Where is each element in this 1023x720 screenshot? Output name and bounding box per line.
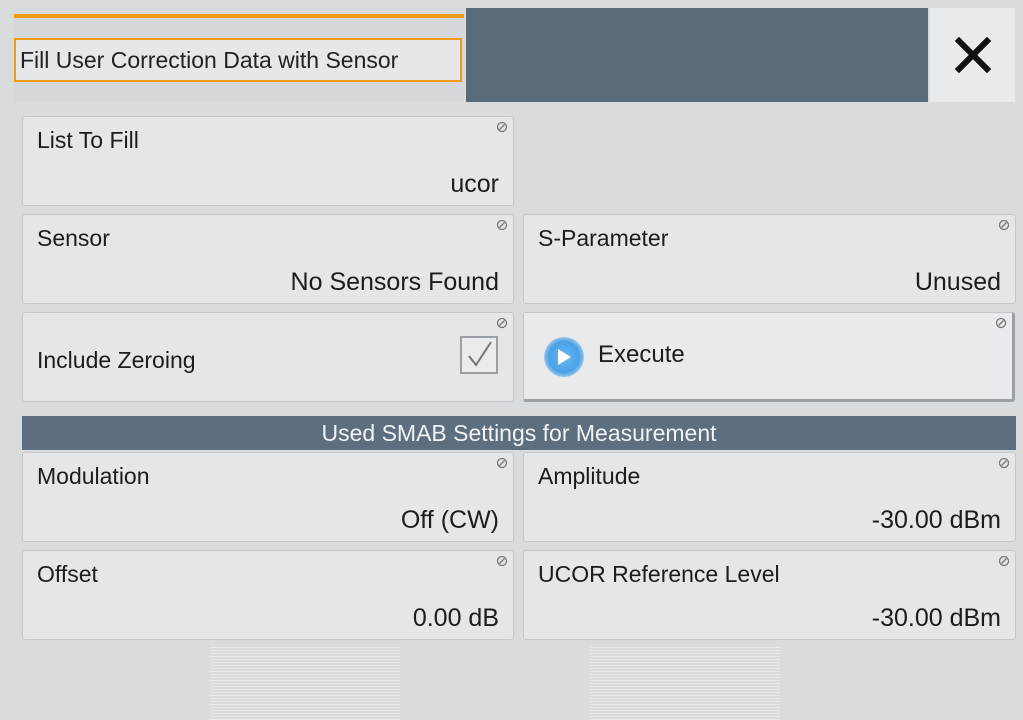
background-texture <box>210 645 400 720</box>
close-icon <box>954 36 991 74</box>
link-icon <box>496 317 508 329</box>
modulation-value: Off (CW) <box>400 506 499 534</box>
title-bar-fill <box>466 8 928 102</box>
ucor-reference-level-value: -30.00 dBm <box>871 604 1001 632</box>
link-icon <box>998 457 1010 469</box>
s-parameter-value: Unused <box>914 268 1001 296</box>
list-to-fill-field[interactable]: List To Fill ucor <box>22 116 514 206</box>
link-icon <box>998 219 1010 231</box>
amplitude-value: -30.00 dBm <box>871 506 1001 534</box>
list-to-fill-label: List To Fill <box>37 127 139 153</box>
sensor-field[interactable]: Sensor No Sensors Found <box>22 214 514 304</box>
include-zeroing-field: Include Zeroing <box>22 312 514 402</box>
link-icon <box>496 457 508 469</box>
section-header: Used SMAB Settings for Measurement <box>22 416 1016 450</box>
ucor-reference-level-field: UCOR Reference Level -30.00 dBm <box>523 550 1016 640</box>
execute-label: Execute <box>598 341 685 368</box>
link-icon <box>496 121 508 133</box>
fill-user-correction-dialog: Fill User Correction Data with Sensor Li… <box>0 0 1023 720</box>
execute-button[interactable]: Execute <box>523 312 1015 402</box>
link-icon <box>496 219 508 231</box>
play-icon <box>544 337 584 377</box>
sensor-value: No Sensors Found <box>290 268 499 296</box>
s-parameter-field[interactable]: S-Parameter Unused <box>523 214 1016 304</box>
link-icon <box>998 555 1010 567</box>
background-texture <box>590 645 780 720</box>
offset-label: Offset <box>37 561 98 587</box>
sensor-label: Sensor <box>37 225 110 251</box>
modulation-field: Modulation Off (CW) <box>22 452 514 542</box>
list-to-fill-value: ucor <box>450 170 499 198</box>
checkmark-icon <box>468 341 492 367</box>
link-icon <box>496 555 508 567</box>
ucor-reference-level-label: UCOR Reference Level <box>538 561 780 587</box>
link-icon <box>995 317 1007 329</box>
amplitude-label: Amplitude <box>538 463 641 489</box>
amplitude-field: Amplitude -30.00 dBm <box>523 452 1016 542</box>
include-zeroing-label: Include Zeroing <box>37 347 196 373</box>
s-parameter-label: S-Parameter <box>538 225 669 251</box>
offset-field: Offset 0.00 dB <box>22 550 514 640</box>
modulation-label: Modulation <box>37 463 150 489</box>
dialog-title: Fill User Correction Data with Sensor <box>14 38 462 82</box>
include-zeroing-checkbox[interactable] <box>460 336 498 374</box>
offset-value: 0.00 dB <box>412 604 499 632</box>
title-bar: Fill User Correction Data with Sensor <box>0 0 1023 102</box>
close-button[interactable] <box>930 8 1015 102</box>
